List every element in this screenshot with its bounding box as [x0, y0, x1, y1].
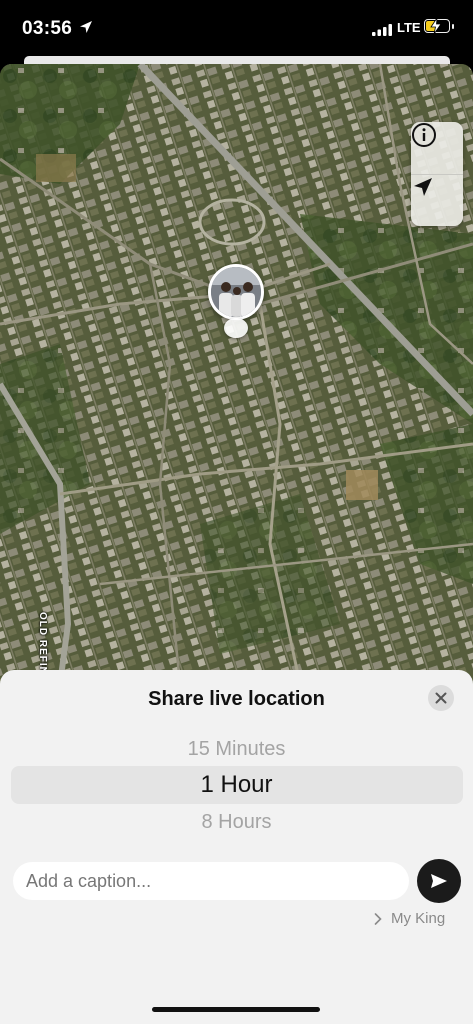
satellite-map[interactable]: OLD REFINERY ROAD: [0, 64, 473, 684]
map-imagery: [0, 64, 473, 684]
send-icon: [431, 874, 447, 888]
recipient-name: My King: [391, 910, 446, 927]
charging-bolt-icon: [430, 18, 442, 34]
location-arrow-icon: [414, 178, 432, 196]
recipient-row[interactable]: My King: [374, 910, 445, 927]
info-icon: [412, 123, 436, 147]
duration-option-selected[interactable]: 1 Hour: [0, 771, 473, 799]
status-bar: 03:56 LTE: [0, 0, 473, 58]
duration-option[interactable]: 8 Hours: [0, 811, 473, 834]
underlying-sheet-edge: [24, 56, 450, 64]
status-time: 03:56: [22, 18, 73, 39]
user-location-pin[interactable]: [208, 264, 264, 320]
close-icon: [435, 692, 447, 704]
sheet-title: Share live location: [148, 688, 325, 710]
send-button[interactable]: [417, 859, 461, 903]
map-controls: [411, 122, 463, 226]
duration-option[interactable]: 15 Minutes: [0, 738, 473, 761]
share-location-sheet: Share live location 15 Minutes 1 Hour 8 …: [0, 670, 473, 1024]
cellular-signal-icon: [372, 24, 392, 36]
close-button[interactable]: [428, 685, 454, 711]
network-type: LTE: [397, 20, 421, 35]
home-indicator: [152, 1007, 320, 1012]
avatar: [211, 267, 261, 317]
chevron-right-icon: [374, 912, 382, 925]
location-services-icon: [80, 21, 92, 33]
location-pin-tail: [224, 318, 248, 338]
caption-input[interactable]: [13, 862, 409, 900]
current-location-button[interactable]: [411, 174, 463, 227]
map-info-button[interactable]: [411, 122, 463, 174]
